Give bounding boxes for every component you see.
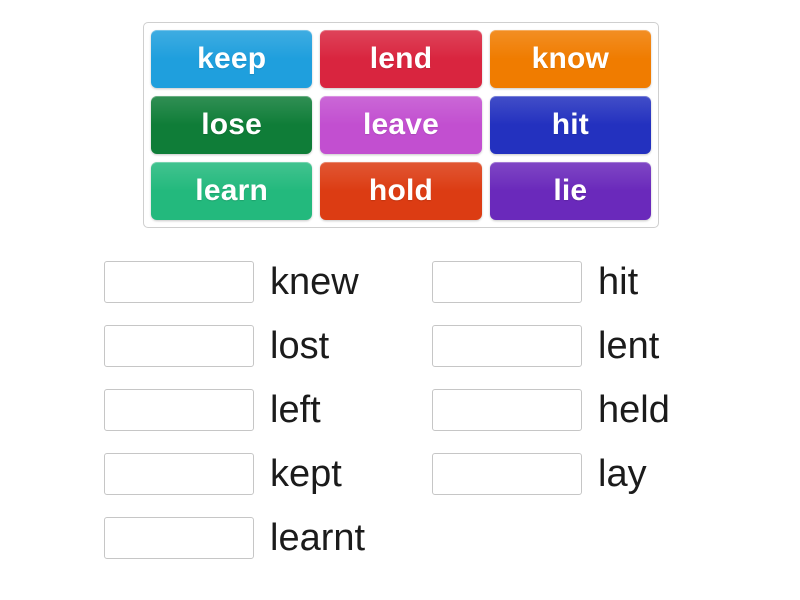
drop-zone-learnt[interactable] (104, 517, 254, 559)
answer-label-hit: hit (598, 261, 639, 303)
drop-zone-held[interactable] (432, 389, 582, 431)
answer-label-lent: lent (598, 325, 660, 367)
drop-zone-left[interactable] (104, 389, 254, 431)
answer-label-lost: lost (270, 325, 330, 367)
drop-zone-hit[interactable] (432, 261, 582, 303)
drop-zone-knew[interactable] (104, 261, 254, 303)
draggable-tile-lie[interactable]: lie (489, 162, 651, 220)
draggable-tile-know[interactable]: know (489, 30, 651, 88)
draggable-tile-learn[interactable]: learn (151, 162, 313, 220)
answer-label-left: left (270, 389, 321, 431)
draggable-tile-lend[interactable]: lend (320, 30, 482, 88)
draggable-tile-hold[interactable]: hold (320, 162, 482, 220)
answer-label-kept: kept (270, 453, 342, 495)
drop-zone-lost[interactable] (104, 325, 254, 367)
tile-bank: keep lend know lose leave hit learn hold lie (143, 22, 659, 228)
draggable-tile-hit[interactable]: hit (489, 96, 651, 154)
answer-label-lay: lay (598, 453, 647, 495)
answer-column-left: knew lost left kept learnt (0, 250, 400, 570)
answer-label-knew: knew (270, 261, 359, 303)
answer-row: held (432, 378, 800, 442)
answer-row: kept (104, 442, 400, 506)
answer-row: knew (104, 250, 400, 314)
drop-zone-kept[interactable] (104, 453, 254, 495)
answer-column-right: hit lent held lay (400, 250, 800, 570)
answer-label-held: held (598, 389, 670, 431)
activity-canvas: keep lend know lose leave hit learn hold lie kne… (0, 0, 800, 600)
answer-row: learnt (104, 506, 400, 570)
draggable-tile-lose[interactable]: lose (151, 96, 313, 154)
answer-row: left (104, 378, 400, 442)
answer-row: hit (432, 250, 800, 314)
answer-row: lent (432, 314, 800, 378)
draggable-tile-keep[interactable]: keep (151, 30, 313, 88)
answer-area: knew lost left kept learnt hit lent held lay (0, 250, 800, 570)
answer-row: lay (432, 442, 800, 506)
draggable-tile-leave[interactable]: leave (320, 96, 482, 154)
drop-zone-lent[interactable] (432, 325, 582, 367)
drop-zone-lay[interactable] (432, 453, 582, 495)
answer-label-learnt: learnt (270, 517, 366, 559)
answer-row: lost (104, 314, 400, 378)
